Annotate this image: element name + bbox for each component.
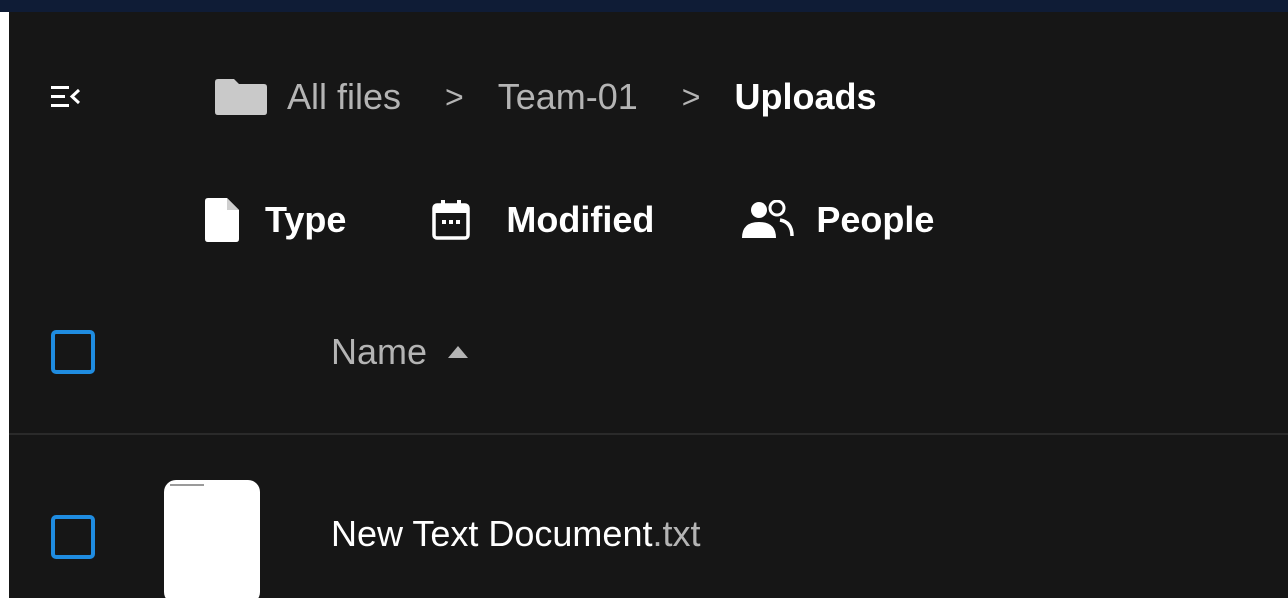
- filter-bar: Type Modified People: [205, 192, 934, 248]
- file-row[interactable]: New Text Document.txt: [9, 435, 1288, 604]
- breadcrumb-all-files[interactable]: All files: [215, 76, 401, 118]
- people-filter-button[interactable]: People: [740, 199, 934, 241]
- calendar-icon: [432, 200, 471, 240]
- type-filter-button[interactable]: Type: [205, 198, 346, 242]
- select-all-checkbox[interactable]: [51, 330, 95, 374]
- breadcrumb-current-label: Uploads: [734, 76, 877, 117]
- breadcrumb-separator: >: [445, 78, 464, 115]
- file-name-base: New Text Document: [331, 513, 653, 554]
- people-filter-label: People: [816, 199, 935, 240]
- people-icon: [742, 200, 795, 238]
- document-icon: [205, 198, 239, 242]
- collapse-navigation-icon[interactable]: [51, 84, 81, 110]
- name-column-label: Name: [331, 331, 428, 372]
- file-browser: All files > Team-01 > Uploads Type Modif…: [9, 12, 1288, 604]
- breadcrumb-current: Uploads: [734, 76, 876, 118]
- window-top-bar: [0, 0, 1288, 12]
- name-column-header[interactable]: Name: [331, 330, 469, 374]
- type-filter-label: Type: [265, 199, 347, 240]
- breadcrumb-separator: >: [681, 78, 701, 115]
- folder-icon: [215, 79, 267, 115]
- modified-filter-button[interactable]: Modified: [432, 199, 654, 241]
- breadcrumb: All files > Team-01 > Uploads: [215, 72, 876, 122]
- breadcrumb-team[interactable]: Team-01: [498, 76, 638, 118]
- sort-ascending-icon: [448, 346, 469, 358]
- file-thumbnail: [164, 480, 260, 604]
- file-name[interactable]: New Text Document.txt: [331, 513, 700, 555]
- file-row-checkbox[interactable]: [51, 515, 95, 559]
- file-extension: .txt: [652, 513, 701, 554]
- breadcrumb-all-files-label: All files: [287, 76, 402, 117]
- thumbnail-preview-text: [170, 484, 204, 486]
- modified-filter-label: Modified: [506, 199, 655, 240]
- breadcrumb-team-label: Team-01: [497, 76, 638, 117]
